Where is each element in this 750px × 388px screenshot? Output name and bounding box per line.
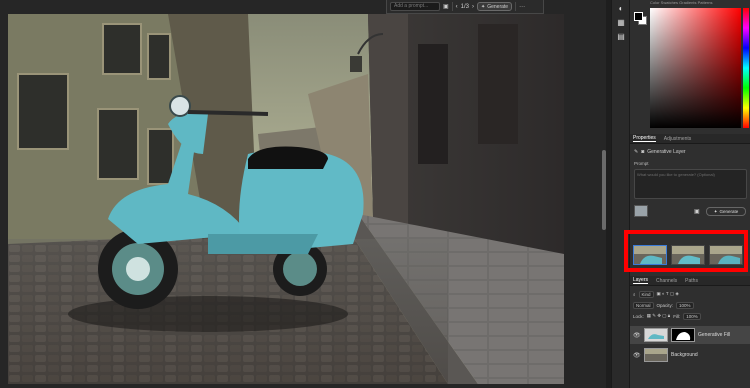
more-options-icon[interactable]: ··· [519,2,525,11]
tab-adjustments[interactable]: Adjustments [664,136,692,142]
chevron-left-icon[interactable]: ‹ [456,2,458,11]
vertical-scrollbar[interactable] [602,150,606,230]
taskbar-prompt-input[interactable]: Add a prompt... [390,2,440,11]
taskbar-generate-label: Generate [487,3,509,10]
layer-row-background[interactable]: 👁︎ Background [630,346,750,364]
foreground-color-swatch[interactable] [634,12,643,21]
image-icon[interactable]: ▣ [443,2,449,11]
layers-tabbar: Layers Channels Paths [630,276,750,286]
opacity-label: Opacity: [656,302,674,308]
street-scooter-photo [8,14,564,384]
properties-tabbar: Properties Adjustments [630,134,750,144]
chevron-right-icon[interactable]: › [472,2,474,11]
search-icon: ⌕ [633,291,636,297]
color-panel-icon[interactable]: ◐ [616,4,626,14]
generate-icon: ✦ [713,208,718,214]
lock-icons[interactable]: ▦ ✎ ✥ ▢ 🔒︎ [647,313,670,319]
opacity-input[interactable]: 100% [676,301,694,309]
canvas-image[interactable] [8,14,564,384]
layer-filter-row: ⌕ Kind ▣ ◐ T ▢ ◈ [633,290,679,298]
layer-filter-select[interactable]: Kind [638,290,654,298]
layer-mask-thumbnail [671,328,695,342]
properties-generate-button[interactable]: ✦ Generate [706,207,746,216]
tab-channels[interactable]: Channels [656,278,677,284]
layer-type-row: ✎ ◙ Generative Layer [634,149,686,155]
contextual-task-bar: Add a prompt... ▣ ‹ 1/3 › ✦ Generate ··· [386,0,544,14]
divider [451,2,453,11]
layer-thumbnail [644,348,668,362]
right-panels: Color Swatches Gradients Patterns Proper… [629,0,750,388]
layer-name: Generative Fill [698,332,731,338]
tab-layers[interactable]: Layers [633,277,649,284]
variation-counter: 1/3 [460,3,470,10]
hue-slider[interactable] [743,8,749,128]
fill-input[interactable]: 100% [683,312,701,320]
tab-properties[interactable]: Properties [633,135,656,142]
filter-icons[interactable]: ▣ ◐ T ▢ ◈ [657,291,679,297]
properties-generate-label: Generate [719,209,739,214]
color-panel-tabs[interactable]: Color Swatches Gradients Patterns [650,0,750,5]
prompt-label: Prompt [634,161,649,166]
prompt-textarea[interactable]: What would you like to generate? (Option… [634,169,747,199]
photoshop-window: Add a prompt... ▣ ‹ 1/3 › ✦ Generate ···… [0,0,750,388]
fill-label: Fill: [673,313,681,319]
generative-layer-icon: ✎ [634,149,639,155]
reference-image-icon[interactable]: ▣ [694,208,700,215]
tab-paths[interactable]: Paths [685,278,698,284]
blend-mode-select[interactable]: Normal [633,301,654,309]
reference-image-thumbnail[interactable] [634,205,648,217]
generate-icon: ✦ [481,3,486,10]
visibility-eye-icon[interactable]: 👁︎ [633,332,641,339]
canvas-workspace[interactable]: Add a prompt... ▣ ‹ 1/3 › ✦ Generate ··· [0,0,606,388]
blend-row: Normal Opacity: 100% [633,301,694,309]
swatches-icon[interactable]: ▦ [616,18,626,28]
layer-mask-icon: ◙ [641,149,645,155]
layer-row-generative-fill[interactable]: 👁︎ Generative Fill [630,326,750,344]
variations-highlight-box [624,230,748,272]
color-picker-field[interactable] [650,8,741,128]
layer-type-label: Generative Layer [647,149,686,155]
lock-row: Lock: ▦ ✎ ✥ ▢ 🔒︎ Fill: 100% [633,312,701,320]
lock-label: Lock: [633,313,644,319]
layer-name: Background [671,352,698,358]
panel-icon-strip: ◐ ▦ ▤ [611,0,629,388]
visibility-eye-icon[interactable]: 👁︎ [633,352,641,359]
gradient-icon[interactable]: ▤ [616,32,626,42]
layer-thumbnail [644,328,668,342]
taskbar-generate-button[interactable]: ✦ Generate [477,2,513,11]
divider [515,2,517,11]
